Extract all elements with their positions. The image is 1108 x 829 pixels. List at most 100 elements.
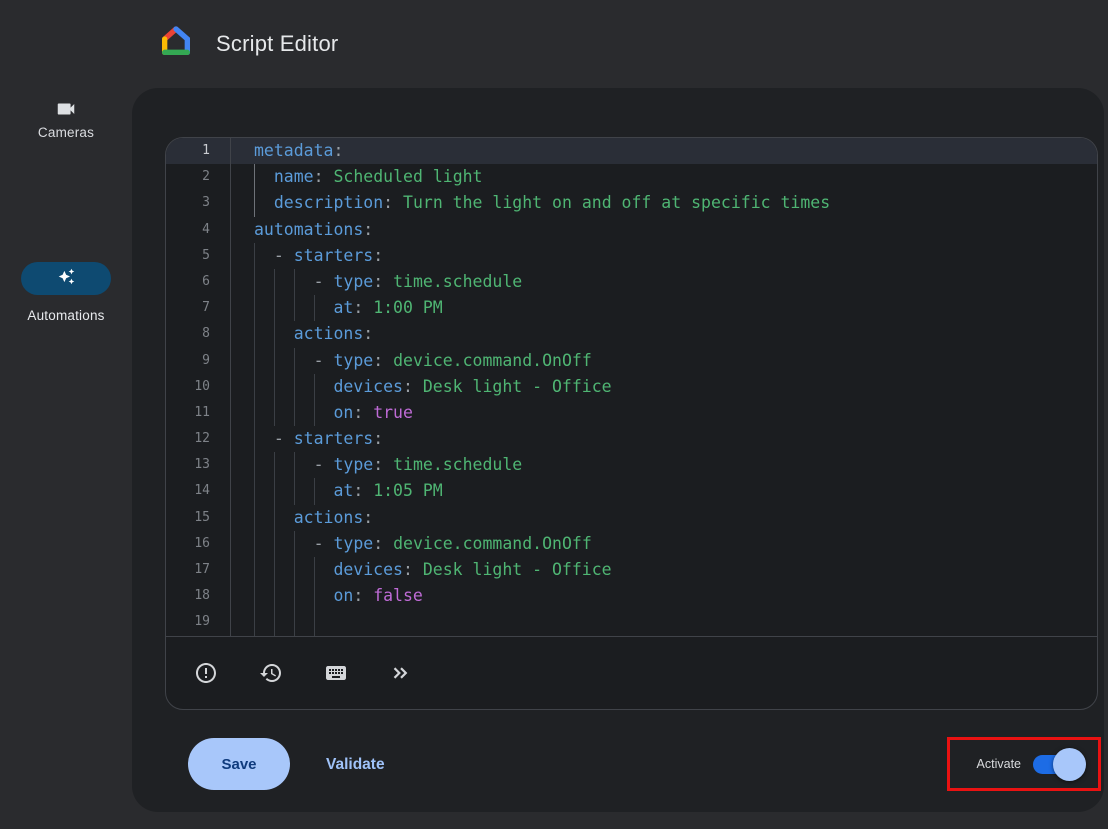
code-line-9[interactable]: - type: device.command.OnOff [232,348,1097,374]
code-line-16[interactable]: - type: device.command.OnOff [232,531,1097,557]
indent-guide [254,557,274,583]
indent-guide [294,269,314,295]
code-token: Scheduled light [333,167,482,186]
code-token: false [373,586,423,605]
indent-guide [274,557,294,583]
line-number: 10 [166,374,230,400]
keyboard-icon[interactable] [324,661,348,685]
toggle-knob [1053,748,1086,781]
indent-guide [254,609,274,635]
line-number: 14 [166,478,230,504]
sparkle-icon [58,268,75,290]
code-line-17[interactable]: devices: Desk light - Office [232,557,1097,583]
indent-guide [294,374,314,400]
code-token: : [333,141,343,160]
indent-guide [314,478,334,504]
code-line-8[interactable]: actions: [232,321,1097,347]
code-area: 12345678910111213141516171819 metadata:n… [166,138,1097,636]
indent-guide [274,452,294,478]
code-line-7[interactable]: at: 1:00 PM [232,295,1097,321]
code-token: : [383,193,393,212]
line-number: 9 [166,348,230,374]
indent-guide [274,269,294,295]
code-token: actions [294,508,364,527]
line-number: 12 [166,426,230,452]
sidebar-item-label: Cameras [0,125,132,140]
code-token: : [373,429,383,448]
indent-guide [314,583,334,609]
code-line-3[interactable]: description: Turn the light on and off a… [232,190,1097,216]
indent-guide [274,609,294,635]
code-line-13[interactable]: - type: time.schedule [232,452,1097,478]
code-token: : [363,508,373,527]
code-token: - [274,246,294,265]
indent-guide [294,295,314,321]
validate-button[interactable]: Validate [320,752,391,778]
code-token: device.command.OnOff [393,351,592,370]
activate-toggle[interactable] [1033,755,1085,774]
code-token [413,377,423,396]
indent-guide [274,400,294,426]
code-token: true [373,403,413,422]
code-line-18[interactable]: on: false [232,583,1097,609]
save-button[interactable]: Save [188,738,290,790]
code-line-1[interactable]: metadata: [232,138,1097,164]
page-title: Script Editor [216,0,338,88]
history-icon[interactable] [259,661,283,685]
code-line-15[interactable]: actions: [232,505,1097,531]
code-token: Turn the light on and off at specific ti… [403,193,830,212]
line-number: 8 [166,321,230,347]
code-token: : [373,246,383,265]
code-token: Desk light - Office [423,377,612,396]
code-token: : [403,377,413,396]
code-token: : [363,220,373,239]
code-token: : [403,560,413,579]
videocam-icon [55,98,77,125]
code-token: - [314,272,334,291]
line-number: 11 [166,400,230,426]
line-number: 17 [166,557,230,583]
line-number: 1 [166,138,230,164]
editor-toolbar [166,636,1097,709]
code-line-5[interactable]: - starters: [232,243,1097,269]
code-line-10[interactable]: devices: Desk light - Office [232,374,1097,400]
indent-guide [254,321,274,347]
sidebar-item-automations[interactable]: Automations [0,175,132,325]
indent-guide [294,531,314,557]
code-token [324,167,334,186]
code-token: : [353,298,363,317]
code-token: type [333,272,373,291]
indent-guide [254,243,274,269]
code-token: Desk light - Office [423,560,612,579]
code-line-2[interactable]: name: Scheduled light [232,164,1097,190]
code-token: - [314,534,334,553]
code-token: : [373,455,383,474]
code-line-11[interactable]: on: true [232,400,1097,426]
indent-guide [314,400,334,426]
code-token: device.command.OnOff [393,534,592,553]
code-line-4[interactable]: automations: [232,217,1097,243]
indent-guide [254,348,274,374]
error-icon[interactable] [194,661,218,685]
line-number: 16 [166,531,230,557]
indent-guide [274,374,294,400]
code-line-14[interactable]: at: 1:05 PM [232,478,1097,504]
code-token: at [333,481,353,500]
code-token: : [373,272,383,291]
indent-guide [254,190,274,216]
code-token: type [333,351,373,370]
double-chevron-icon[interactable] [389,661,413,685]
code-token: metadata [254,141,333,160]
line-number: 6 [166,269,230,295]
code-token: devices [333,377,403,396]
code-token: starters [294,246,373,265]
code-token: : [373,351,383,370]
indent-guide [314,374,334,400]
code-line-19[interactable] [232,609,1097,635]
yaml-code-editor[interactable]: 12345678910111213141516171819 metadata:n… [165,137,1098,710]
script-editor-app: Script Editor Cameras Automations [0,0,1108,829]
code-line-12[interactable]: - starters: [232,426,1097,452]
sidebar-item-cameras[interactable]: Cameras [0,98,132,140]
code-line-6[interactable]: - type: time.schedule [232,269,1097,295]
indent-guide [314,609,334,635]
